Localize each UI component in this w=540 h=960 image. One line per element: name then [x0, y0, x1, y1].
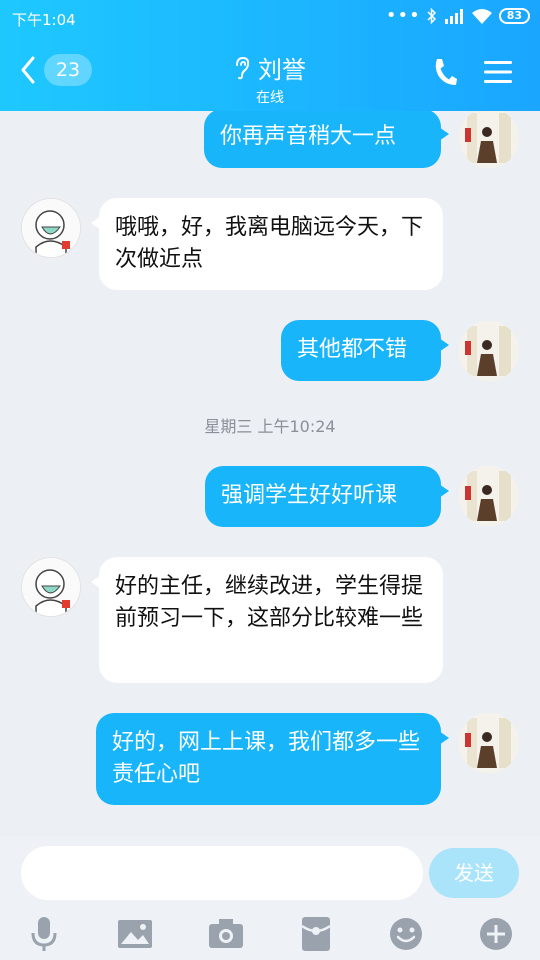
- emoji-icon[interactable]: [386, 914, 426, 954]
- my-message-bubble[interactable]: 强调学生好好听课: [205, 466, 449, 527]
- plus-icon[interactable]: [476, 914, 516, 954]
- message-text: 好的，网上上课，我们都多一些责任心吧: [112, 730, 421, 787]
- my-message-bubble[interactable]: 其他都不错: [281, 320, 449, 381]
- message-text: 哦哦，好，我离电脑远今天，下次做近点: [115, 215, 424, 272]
- more-dots: •••: [385, 5, 421, 26]
- avatar-photo: [459, 466, 519, 526]
- my-avatar[interactable]: [459, 111, 519, 168]
- bluetooth-icon: [427, 8, 436, 24]
- avatar-photo: [459, 111, 519, 168]
- contact-avatar[interactable]: [21, 557, 81, 617]
- avatar-cartoon: [22, 199, 80, 257]
- input-toolbar: [0, 914, 540, 954]
- my-avatar[interactable]: [459, 713, 519, 773]
- send-button[interactable]: 发送: [429, 848, 519, 898]
- red-packet-icon[interactable]: [296, 914, 336, 954]
- message-text: 好的主任，继续改进，学生得提前预习一下，这部分比较难一些: [115, 574, 424, 631]
- menu-icon[interactable]: [484, 60, 512, 84]
- my-avatar[interactable]: [459, 466, 519, 526]
- ear-icon: [236, 56, 250, 79]
- contact-avatar[interactable]: [21, 198, 81, 258]
- contact-message-bubble[interactable]: 哦哦，好，我离电脑远今天，下次做近点: [91, 198, 443, 290]
- message-text: 其他都不错: [297, 337, 408, 362]
- status-time: 下午1:04: [12, 11, 76, 29]
- message-input[interactable]: [21, 846, 423, 900]
- microphone-icon[interactable]: [24, 914, 64, 954]
- presence-status: 在线: [256, 90, 284, 106]
- my-avatar[interactable]: [459, 321, 519, 381]
- my-message-bubble[interactable]: 好的，网上上课，我们都多一些责任心吧: [96, 713, 449, 805]
- phone-call-icon[interactable]: [432, 57, 458, 87]
- input-bar: 发送: [0, 836, 540, 960]
- avatar-cartoon: [22, 558, 80, 616]
- battery-indicator: 83: [498, 8, 530, 24]
- my-message-bubble[interactable]: 你再声音稍大一点: [204, 111, 449, 168]
- image-icon[interactable]: [115, 914, 155, 954]
- message-text: 你再声音稍大一点: [220, 124, 397, 149]
- message-text: 强调学生好好听课: [221, 483, 398, 508]
- status-icons: ••• 83: [386, 7, 530, 25]
- camera-icon[interactable]: [206, 914, 246, 954]
- wifi-icon: [471, 9, 492, 24]
- chat-header: 下午1:04 ••• 83 23 刘誉 在线: [0, 0, 540, 111]
- contact-message-bubble[interactable]: 好的主任，继续改进，学生得提前预习一下，这部分比较难一些: [91, 557, 443, 683]
- status-bar: 下午1:04 ••• 83: [0, 0, 540, 36]
- avatar-photo: [459, 321, 519, 381]
- signal-icon: [444, 9, 463, 24]
- message-timestamp: 星期三 上午10:24: [204, 417, 336, 436]
- message-list[interactable]: 你再声音稍大一点 哦哦，好，我离电脑远今天，下次做近点 其他都不错 星期三 上午…: [0, 111, 540, 836]
- contact-name: 刘誉: [258, 56, 306, 84]
- avatar-photo: [459, 713, 519, 773]
- contact-title[interactable]: 刘誉 在线: [0, 50, 540, 107]
